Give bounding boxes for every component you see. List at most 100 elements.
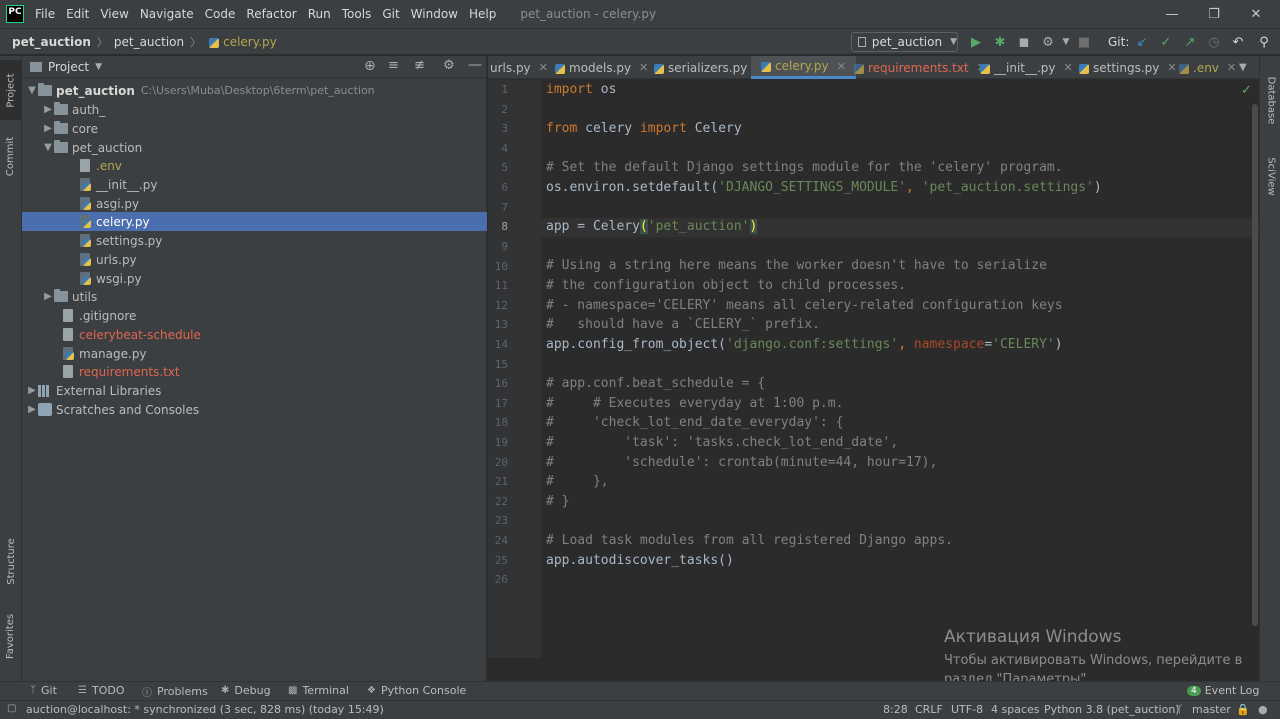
indent-setting[interactable]: 4 spaces <box>991 703 1040 716</box>
rollback-icon[interactable]: ↶ <box>1230 34 1246 50</box>
tool-problems-button[interactable]: ⓘ Problems <box>142 684 208 699</box>
tree-item-label: pet_auction <box>72 140 143 155</box>
close-tab-icon[interactable]: ✕ <box>837 60 846 73</box>
restore-icon[interactable]: ❐ <box>1194 0 1234 28</box>
tool-python-console-button[interactable]: ❖ Python Console <box>367 684 466 697</box>
line-separator[interactable]: CRLF <box>915 703 943 716</box>
tab-env[interactable]: .env ✕ <box>1177 56 1236 79</box>
menu-navigate[interactable]: Navigate <box>140 7 194 21</box>
close-tab-icon[interactable]: ✕ <box>1167 61 1176 74</box>
tree-item-auth[interactable]: ▶ auth_ <box>22 100 487 119</box>
project-view-title[interactable]: Project <box>48 60 89 74</box>
git-branch[interactable]: master <box>1192 703 1231 716</box>
tool-tab-structure[interactable]: Structure <box>0 526 22 596</box>
run-icon[interactable]: ▶ <box>968 34 984 50</box>
git-commit-icon[interactable]: ✓ <box>1158 34 1174 50</box>
tool-todo-button[interactable]: ☰ TODO <box>78 684 124 697</box>
tree-item-celery[interactable]: celery.py <box>22 212 487 231</box>
event-log-button[interactable]: 4 Event Log <box>1187 684 1259 697</box>
stop-icon[interactable]: ■ <box>1076 34 1092 50</box>
tree-item-manage[interactable]: manage.py <box>22 344 487 363</box>
tree-item-pet-auction[interactable]: ▼ pet_auction <box>22 138 487 157</box>
menu-run[interactable]: Run <box>308 7 331 21</box>
tree-item-external-libraries[interactable]: ▶ External Libraries <box>22 381 487 400</box>
hide-panel-icon[interactable]: — <box>468 57 482 73</box>
env-file-icon <box>79 158 92 173</box>
breadcrumb-file[interactable]: celery.py <box>207 35 277 49</box>
close-tab-icon[interactable]: ✕ <box>539 61 548 74</box>
profile-icon[interactable]: ⚙ <box>1040 34 1056 50</box>
file-encoding[interactable]: UTF-8 <box>951 703 983 716</box>
close-tab-icon[interactable]: ✕ <box>1227 61 1236 74</box>
tab-settings[interactable]: settings.py ✕ <box>1077 56 1177 79</box>
tab-serializers[interactable]: serializers.py✕ <box>652 56 765 79</box>
breadcrumb-folder[interactable]: pet_auction <box>114 35 184 49</box>
tree-item-gitignore[interactable]: .gitignore <box>22 306 487 325</box>
editor-scrollbar[interactable] <box>1252 104 1258 626</box>
minimize-icon[interactable]: — <box>1152 0 1192 28</box>
tool-debug-button[interactable]: ✱ Debug <box>221 684 271 697</box>
tree-item-requirements[interactable]: requirements.txt <box>22 362 487 381</box>
settings-gear-icon[interactable]: ⚙ <box>443 58 455 73</box>
tree-item-urls[interactable]: urls.py <box>22 250 487 269</box>
tree-item-root[interactable]: ▼ pet_auction C:\Users\Muba\Desktop\6ter… <box>22 81 487 100</box>
coverage-icon[interactable]: ◼ <box>1016 34 1032 50</box>
tab-list-chevron-down-icon[interactable]: ▼ <box>1239 56 1247 79</box>
git-push-icon[interactable]: ↗ <box>1182 34 1198 50</box>
menu-window[interactable]: Window <box>411 7 458 21</box>
git-update-icon[interactable]: ↙ <box>1134 34 1150 50</box>
menu-view[interactable]: View <box>100 7 128 21</box>
tree-item-env[interactable]: .env <box>22 156 487 175</box>
tree-item-init[interactable]: __init__.py <box>22 175 487 194</box>
tab-models[interactable]: models.py ✕ <box>553 56 648 79</box>
tab-init[interactable]: __init__.py ✕ <box>978 56 1073 79</box>
breadcrumb-project[interactable]: pet_auction <box>12 35 91 49</box>
debug-icon[interactable]: ✱ <box>992 34 1008 50</box>
tab-celery[interactable]: celery.py ✕ <box>751 56 856 79</box>
status-square-icon[interactable]: ▢ <box>7 703 16 714</box>
tool-tab-sciview[interactable]: SciView <box>1260 146 1280 206</box>
tree-item-wsgi[interactable]: wsgi.py <box>22 269 487 288</box>
close-tab-icon[interactable]: ✕ <box>1064 61 1073 74</box>
menu-git[interactable]: Git <box>382 7 399 21</box>
tab-requirements[interactable]: requirements.txt ✕ <box>852 56 986 79</box>
tree-item-label: urls.py <box>96 252 137 267</box>
menu-help[interactable]: Help <box>469 7 496 21</box>
tool-tab-favorites[interactable]: Favorites <box>0 606 22 666</box>
close-tab-icon[interactable]: ✕ <box>639 61 648 74</box>
expand-all-icon[interactable]: ≡ <box>388 58 399 73</box>
status-message[interactable]: auction@localhost: * synchronized (3 sec… <box>26 703 384 716</box>
more-run-options-icon[interactable]: ▼ <box>1058 34 1074 50</box>
tool-tab-commit[interactable]: Commit <box>0 126 22 186</box>
tree-item-settings[interactable]: settings.py <box>22 231 487 250</box>
menu-tools[interactable]: Tools <box>342 7 372 21</box>
code-editor[interactable]: import os from celery import Celery # Se… <box>541 80 1259 658</box>
lock-icon[interactable]: 🔒 <box>1236 703 1250 716</box>
inspection-ok-icon[interactable]: ✓ <box>1241 83 1252 98</box>
tree-item-core[interactable]: ▶ core <box>22 119 487 138</box>
menu-code[interactable]: Code <box>205 7 236 21</box>
locate-file-icon[interactable]: ⊕ <box>364 58 376 74</box>
tree-item-utils[interactable]: ▶ utils <box>22 287 487 306</box>
tool-tab-database[interactable]: Database <box>1260 70 1280 130</box>
python-interpreter[interactable]: Python 3.8 (pet_auction) <box>1044 703 1180 716</box>
tree-item-scratches[interactable]: ▶ Scratches and Consoles <box>22 400 487 419</box>
tool-git-button[interactable]: ᛉ Git <box>30 684 57 697</box>
tree-item-celerybeat[interactable]: celerybeat-schedule <box>22 325 487 344</box>
tool-terminal-button[interactable]: ▩ Terminal <box>288 684 349 697</box>
menu-refactor[interactable]: Refactor <box>246 7 296 21</box>
collapse-all-icon[interactable]: ≢ <box>414 58 425 73</box>
close-icon[interactable]: ✕ <box>1236 0 1276 28</box>
tab-urls[interactable]: urls.py ✕ <box>490 56 548 79</box>
run-configuration-select[interactable]: pet_auction ▼ <box>851 32 958 52</box>
search-everywhere-icon[interactable]: ⚲ <box>1256 34 1272 50</box>
caret-position[interactable]: 8:28 <box>883 703 908 716</box>
tree-item-asgi[interactable]: asgi.py <box>22 194 487 213</box>
chevron-down-icon[interactable]: ▼ <box>95 62 102 72</box>
history-icon[interactable]: ◷ <box>1206 34 1222 50</box>
memory-indicator-icon[interactable]: ● <box>1258 703 1268 716</box>
tool-tab-project[interactable]: Project <box>0 60 22 120</box>
folder-icon <box>54 102 68 115</box>
menu-file[interactable]: File <box>35 7 55 21</box>
menu-edit[interactable]: Edit <box>66 7 89 21</box>
